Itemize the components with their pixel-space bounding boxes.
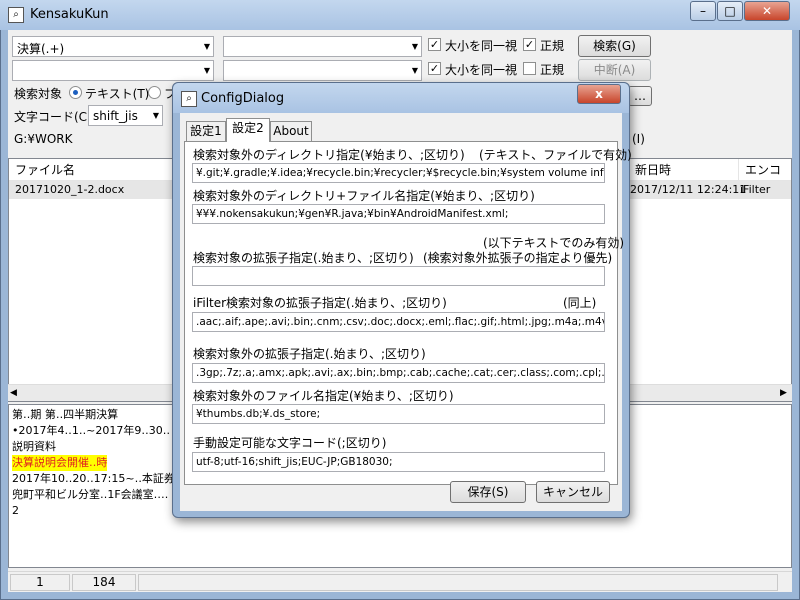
exclude-files-value: ¥thumbs.db;¥.ds_store; [196,408,321,420]
obscured-fragment: (I) [632,132,645,146]
separator [189,429,613,430]
dialog-title: ConfigDialog [201,91,285,106]
column-encoding[interactable]: エンコード [739,159,791,199]
preview-line: 第‥期 第‥四半期決算 [12,408,119,421]
chevron-down-icon[interactable]: ▼ [204,42,210,51]
status-count: 184 [72,574,136,591]
exclude-dirfiles-input[interactable]: ¥¥¥.nokensakukun;¥gen¥R.java;¥bin¥Androi… [192,204,605,224]
tab-settings2[interactable]: 設定2 [226,118,270,142]
title-bar[interactable]: ⌕ KensakuKun – □ ✕ [0,0,800,30]
column-filename[interactable]: ファイル名 [9,159,179,181]
encoding-label: 文字コード(C) [14,110,92,124]
window-title: KensakuKun [30,7,109,22]
status-message [138,574,778,591]
dialog-client: 設定1 設定2 About 検索対象外のディレクトリ指定(¥始まり、;区切り) … [180,113,632,511]
search-pattern-combo-2[interactable]: ▼ [12,60,214,81]
row-date: 2017/12/11 12:24:11 [630,183,747,196]
tab-settings1[interactable]: 設定1 [186,121,226,141]
search-pattern-combo-1[interactable]: 決算(.+) ▼ [12,36,214,57]
separator [189,290,613,291]
regex-checkbox-2[interactable] [523,62,536,75]
preview-line: 2 [12,504,19,517]
magnifier-document-icon: ⌕ [8,7,24,23]
status-bar: 1 184 [8,571,792,592]
encoding-combo[interactable]: shift_jis ▼ [88,105,163,126]
exclude-dirs-note: (テキスト、ファイルで有効) [479,148,632,162]
exclude-dirs-value: ¥.git;¥.gradle;¥.idea;¥recycle.bin;¥recy… [196,167,605,179]
save-button[interactable]: 保存(S) [450,481,526,503]
ifilter-ext-value: .aac;.aif;.ape;.avi;.bin;.cnm;.csv;.doc;… [196,316,605,328]
exclude-pattern-combo-2[interactable]: ▼ [223,60,422,81]
status-line-number: 1 [10,574,70,591]
exclude-ext-input[interactable]: .3gp;.7z;.a;.amx;.apk;.avi;.ax;.bin;.bmp… [192,363,605,383]
scroll-left-icon[interactable]: ◀ [10,388,17,398]
preview-line-highlighted: 決算説明会開催‥時 [12,455,108,471]
target-text-label: テキスト(T) [85,87,150,101]
encodings-label: 手動設定可能な文字コード(;区切り) [193,436,387,450]
regex-label-2: 正規 [540,63,565,77]
chevron-down-icon[interactable]: ▼ [412,66,418,75]
dialog-close-button[interactable]: x [577,84,621,104]
exclude-files-input[interactable]: ¥thumbs.db;¥.ds_store; [192,404,605,424]
separator [189,229,613,230]
encodings-input[interactable]: utf-8;utf-16;shift_jis;EUC-JP;GB18030; [192,452,605,472]
exclude-ext-label: 検索対象外の拡張子指定(.始まり、;区切り) [193,347,426,361]
regex-label-1: 正規 [540,39,565,53]
encodings-value: utf-8;utf-16;shift_jis;EUC-JP;GB18030; [196,456,393,468]
encoding-value: shift_jis [93,109,138,123]
regex-checkbox-1[interactable]: ✓ [523,38,536,51]
row-filename: 20171020_1-2.docx [15,183,125,196]
exclude-pattern-combo-1[interactable]: ▼ [223,36,422,57]
exclude-ext-value: .3gp;.7z;.a;.amx;.apk;.avi;.ax;.bin;.bmp… [196,367,605,379]
row-encoding: iFilter [740,183,771,196]
target-file-radio[interactable] [148,86,161,99]
chevron-down-icon[interactable]: ▼ [153,111,159,120]
preview-line: •2017年4‥1‥~2017年9‥30‥ [12,424,171,437]
ignore-case-checkbox-1[interactable]: ✓ [428,38,441,51]
config-dialog: ⌕ ConfigDialog x 設定1 設定2 About 検索対象外のディレ… [172,82,632,518]
exclude-files-label: 検索対象外のファイル名指定(¥始まり、;区切り) [193,389,454,403]
cancel-button[interactable]: キャンセル [536,481,610,503]
browse-button[interactable]: … [628,86,652,106]
search-pattern-value: 決算(.+) [17,42,65,56]
target-label: 検索対象 [14,87,63,101]
tab-about[interactable]: About [270,121,312,141]
close-button[interactable]: ✕ [744,1,790,21]
maximize-button[interactable]: □ [717,1,743,21]
ignore-case-checkbox-2[interactable]: ✓ [428,62,441,75]
separator [189,337,613,338]
target-text-radio[interactable] [69,86,82,99]
target-ext-note: (検索対象外拡張子の指定より優先) [423,251,613,265]
exclude-dirfiles-label: 検索対象外のディレクトリ+ファイル名指定(¥始まり、;区切り) [193,189,535,203]
scroll-right-icon[interactable]: ▶ [780,388,787,398]
column-date[interactable]: 新日時 [629,159,739,181]
ifilter-ext-note: (同上) [563,296,597,310]
exclude-dirs-label: 検索対象外のディレクトリ指定(¥始まり、;区切り) [193,148,465,162]
preview-line: 2017年10‥20‥17:15~‥本証券アナ [12,472,197,485]
dialog-title-bar[interactable]: ⌕ ConfigDialog x [173,83,629,113]
search-path[interactable]: G:¥WORK [14,132,73,146]
chevron-down-icon[interactable]: ▼ [204,66,210,75]
ignore-case-label-2: 大小を同一視 [445,63,518,77]
preview-line: 説明資料 [12,440,56,453]
chevron-down-icon[interactable]: ▼ [412,42,418,51]
ifilter-ext-label: iFilter検索対象の拡張子指定(.始まり、;区切り) [193,296,447,310]
stop-button[interactable]: 中断(A) [578,59,651,81]
exclude-dirs-input[interactable]: ¥.git;¥.gradle;¥.idea;¥recycle.bin;¥recy… [192,163,605,183]
settings2-panel: 検索対象外のディレクトリ指定(¥始まり、;区切り) (テキスト、ファイルで有効)… [184,141,632,485]
ignore-case-label-1: 大小を同一視 [445,39,518,53]
magnifier-document-icon: ⌕ [181,91,197,107]
exclude-dirfiles-value: ¥¥¥.nokensakukun;¥gen¥R.java;¥bin¥Androi… [196,208,509,220]
search-button[interactable]: 検索(G) [578,35,651,57]
target-ext-label: 検索対象の拡張子指定(.始まり、;区切り) [193,251,414,265]
target-ext-input[interactable] [192,266,605,286]
ifilter-ext-input[interactable]: .aac;.aif;.ape;.avi;.bin;.cnm;.csv;.doc;… [192,312,605,332]
minimize-button[interactable]: – [690,1,716,21]
preview-line: 兜町平和ビル分室‥1F会議室‥‥ [12,488,169,501]
